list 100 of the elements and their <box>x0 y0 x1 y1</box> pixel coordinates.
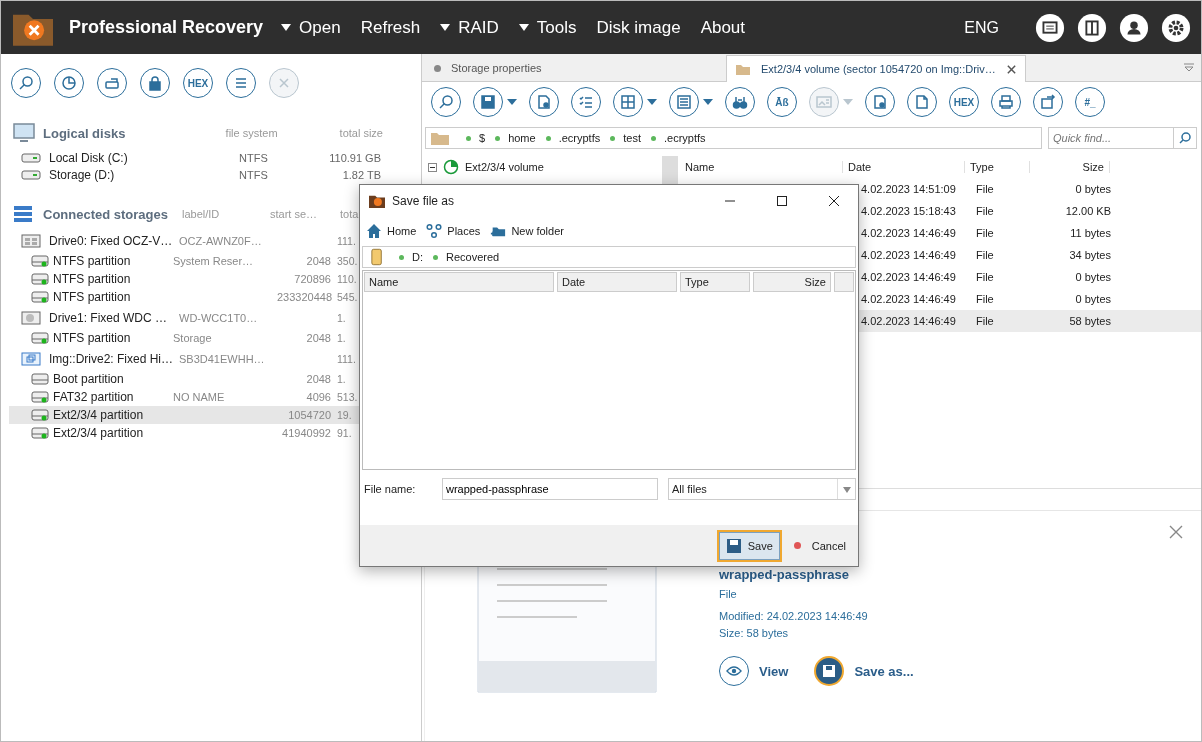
caret-icon[interactable] <box>647 99 657 105</box>
toolbar-button[interactable] <box>991 87 1021 117</box>
toolbar-button[interactable] <box>140 68 170 98</box>
drive-icon <box>21 168 41 181</box>
breadcrumb[interactable]: .ecryptfs <box>650 132 706 144</box>
storage-name[interactable]: Img::Drive2: Fixed Hi… <box>49 352 179 366</box>
start-sector: 2048 <box>305 373 331 385</box>
breadcrumb[interactable]: Recovered <box>433 251 500 263</box>
start-sector: 2048 <box>305 332 331 344</box>
breadcrumb[interactable]: .ecryptfs <box>545 132 601 144</box>
toolbar-button[interactable] <box>1033 87 1063 117</box>
partition-name: Ext2/3/4 partition <box>53 426 145 440</box>
toolbar-button[interactable] <box>725 87 755 117</box>
toolbar-button[interactable]: Places <box>426 222 481 240</box>
caret-icon[interactable] <box>703 99 713 105</box>
column-header: file system <box>225 127 278 139</box>
user-icon[interactable] <box>1119 12 1149 43</box>
settings-icon[interactable] <box>1161 12 1191 43</box>
toolbar-button[interactable]: Home <box>366 222 417 240</box>
panel-icon[interactable] <box>1077 12 1107 43</box>
file-size: 58 bytes <box>1068 315 1112 327</box>
checklist-icon <box>578 94 594 110</box>
eye-icon <box>726 663 742 679</box>
expand-toggle[interactable] <box>428 163 437 172</box>
tab-menu-icon[interactable] <box>1183 63 1195 73</box>
column-header[interactable]: Size <box>1030 161 1110 173</box>
column-header[interactable]: Name <box>364 272 554 292</box>
storage-name[interactable]: Drive0: Fixed OCZ-V… <box>49 234 179 248</box>
disk-name[interactable]: Local Disk (C:) <box>49 150 239 165</box>
menu-item[interactable]: RAID <box>440 17 499 38</box>
column-header[interactable]: Type <box>965 161 1030 173</box>
storage-name[interactable]: Drive1: Fixed WDC … <box>49 311 179 325</box>
toolbar-button[interactable] <box>669 87 699 117</box>
cancel-button[interactable]: Cancel <box>793 539 846 552</box>
close-icon[interactable] <box>828 195 840 207</box>
partition-row[interactable]: Ext2/3/4 partition 41940992 91. <box>1 424 421 442</box>
menu-item[interactable]: About <box>700 17 746 38</box>
breadcrumb[interactable]: home <box>495 132 536 144</box>
quick-find-field[interactable]: Quick find... <box>1048 127 1174 149</box>
action-button[interactable]: Save as... <box>814 656 914 686</box>
partition-row[interactable]: NTFS partition Storage 2048 1. <box>1 329 421 347</box>
grid-icon <box>620 94 636 110</box>
menu-item[interactable]: Tools <box>518 17 577 38</box>
toolbar-button[interactable]: Āß <box>767 87 797 117</box>
close-icon[interactable] <box>1006 63 1017 75</box>
toolbar-button[interactable]: HEX <box>183 68 213 98</box>
toolbar-button[interactable]: New folder <box>490 222 564 240</box>
start-sector: 720896 <box>293 273 331 285</box>
tree-item[interactable]: Ext2/3/4 volume <box>465 161 544 173</box>
file-date: 4.02.2023 14:46:49 <box>860 293 957 305</box>
folder-icon <box>430 130 450 146</box>
toolbar-button[interactable] <box>226 68 256 98</box>
disk-name[interactable]: Storage (D:) <box>49 167 239 182</box>
toolbar-button[interactable] <box>473 87 503 117</box>
tab[interactable]: Storage properties <box>426 55 726 81</box>
file-size: 0 bytes <box>1074 293 1112 305</box>
toolbar-button[interactable] <box>97 68 127 98</box>
binoculars-icon <box>732 94 748 110</box>
column-header: tota <box>340 208 359 220</box>
toolbar-button[interactable]: #_ <box>1075 87 1105 117</box>
menu-item[interactable]: Refresh <box>360 17 421 38</box>
column-header[interactable]: Size <box>753 272 831 292</box>
tab[interactable]: Ext2/3/4 volume (sector 1054720 on Img::Driv… <box>726 55 1026 82</box>
toolbar-button[interactable] <box>529 87 559 117</box>
file-name-field[interactable]: wrapped-passphrase <box>442 478 658 500</box>
storage-id: OCZ-AWNZ0F… <box>179 235 263 247</box>
toolbar-button[interactable] <box>11 68 41 98</box>
column-header[interactable]: Date <box>843 161 965 173</box>
search-button[interactable] <box>1173 127 1197 149</box>
breadcrumb[interactable]: test <box>610 132 641 144</box>
partition-name: Boot partition <box>53 372 125 386</box>
maximize-icon[interactable] <box>776 195 788 207</box>
toolbar-button[interactable]: HEX <box>949 87 979 117</box>
menu-item[interactable]: Disk image <box>596 17 681 38</box>
toolbar-button[interactable] <box>907 87 937 117</box>
partition-row[interactable]: Boot partition 2048 1. <box>1 370 421 388</box>
toolbar-button[interactable] <box>571 87 601 117</box>
menu-item[interactable]: Open <box>281 17 341 38</box>
action-button[interactable]: View <box>719 656 789 686</box>
export-icon <box>1040 94 1056 110</box>
breadcrumb[interactable]: D: <box>399 251 423 263</box>
partition-size: 1. <box>337 373 347 385</box>
save-button[interactable]: Save <box>718 531 780 560</box>
breadcrumb[interactable]: $ <box>466 132 486 144</box>
path-bar[interactable]: D: Recovered <box>362 246 856 268</box>
file-type-dropdown[interactable]: All files <box>668 478 856 500</box>
column-header[interactable]: Date <box>557 272 677 292</box>
pie-chart-icon <box>61 75 77 91</box>
caret-icon[interactable] <box>507 99 517 105</box>
column-header[interactable]: Name <box>678 161 843 173</box>
column-header[interactable]: Type <box>680 272 750 292</box>
toolbar-button[interactable] <box>613 87 643 117</box>
toolbar-button[interactable] <box>865 87 895 117</box>
window-icon[interactable] <box>1035 12 1065 43</box>
modified-date: Modified: 24.02.2023 14:46:49 <box>719 609 869 624</box>
toolbar-button[interactable] <box>54 68 84 98</box>
path-bar[interactable]: $ home .ecryptfs test .ecryptfs <box>425 127 1042 149</box>
language-selector[interactable]: ENG <box>964 18 999 37</box>
partition-row[interactable]: FAT32 partition NO NAME 4096 513. <box>1 388 421 406</box>
toolbar-button[interactable] <box>431 87 461 117</box>
